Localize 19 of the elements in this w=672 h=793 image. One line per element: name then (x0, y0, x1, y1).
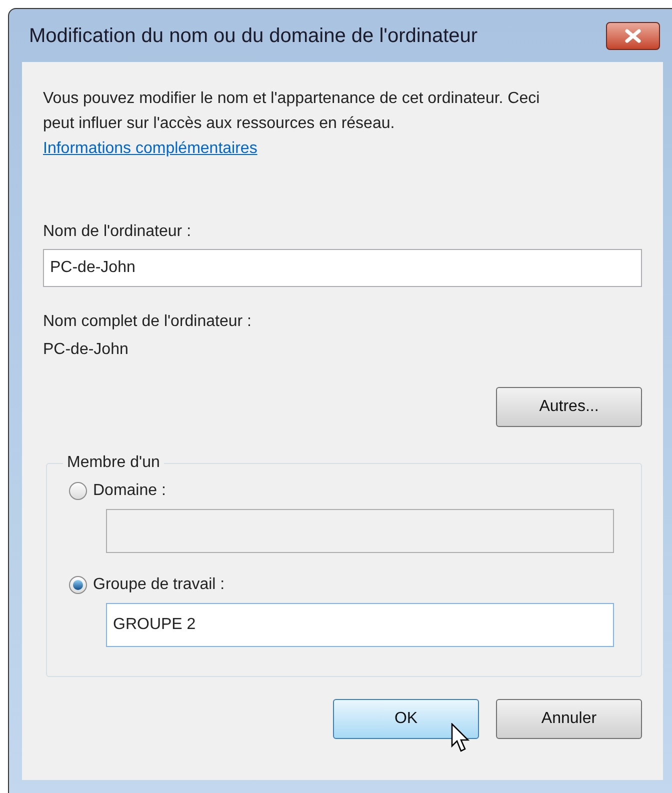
full-name-value: PC-de-John (43, 340, 128, 360)
more-button[interactable]: Autres... (496, 387, 642, 427)
intro-text: Vous pouvez modifier le nom et l'appartenance de cet ordinateur. Ceci peut influer sur l'accès aux ressources en réseau. Informations complémentaires (43, 89, 541, 159)
radio-button[interactable] (69, 482, 87, 500)
radio-button[interactable] (69, 576, 87, 594)
dialog-button[interactable]: OK (333, 699, 479, 739)
radio-option[interactable]: Groupe de travail : (69, 573, 225, 597)
dialog-button[interactable]: Annuler (496, 699, 642, 739)
computer-name-field[interactable]: PC-de-John (43, 249, 642, 287)
full-name-label: Nom complet de l'ordinateur : (43, 312, 252, 332)
mouse-cursor-icon (451, 723, 471, 753)
group-legend: Membre d'un (63, 451, 164, 475)
text-field[interactable]: GROUPE 2 (106, 603, 614, 647)
close-icon (624, 28, 642, 42)
window-title: Modification du nom ou du domaine de l'ordinateur (29, 24, 478, 48)
close-button[interactable] (606, 22, 660, 50)
more-info-link[interactable]: Informations complémentaires (43, 140, 258, 157)
radio-option[interactable]: Domaine : (69, 479, 166, 503)
computer-name-label: Nom de l'ordinateur : (43, 222, 192, 242)
